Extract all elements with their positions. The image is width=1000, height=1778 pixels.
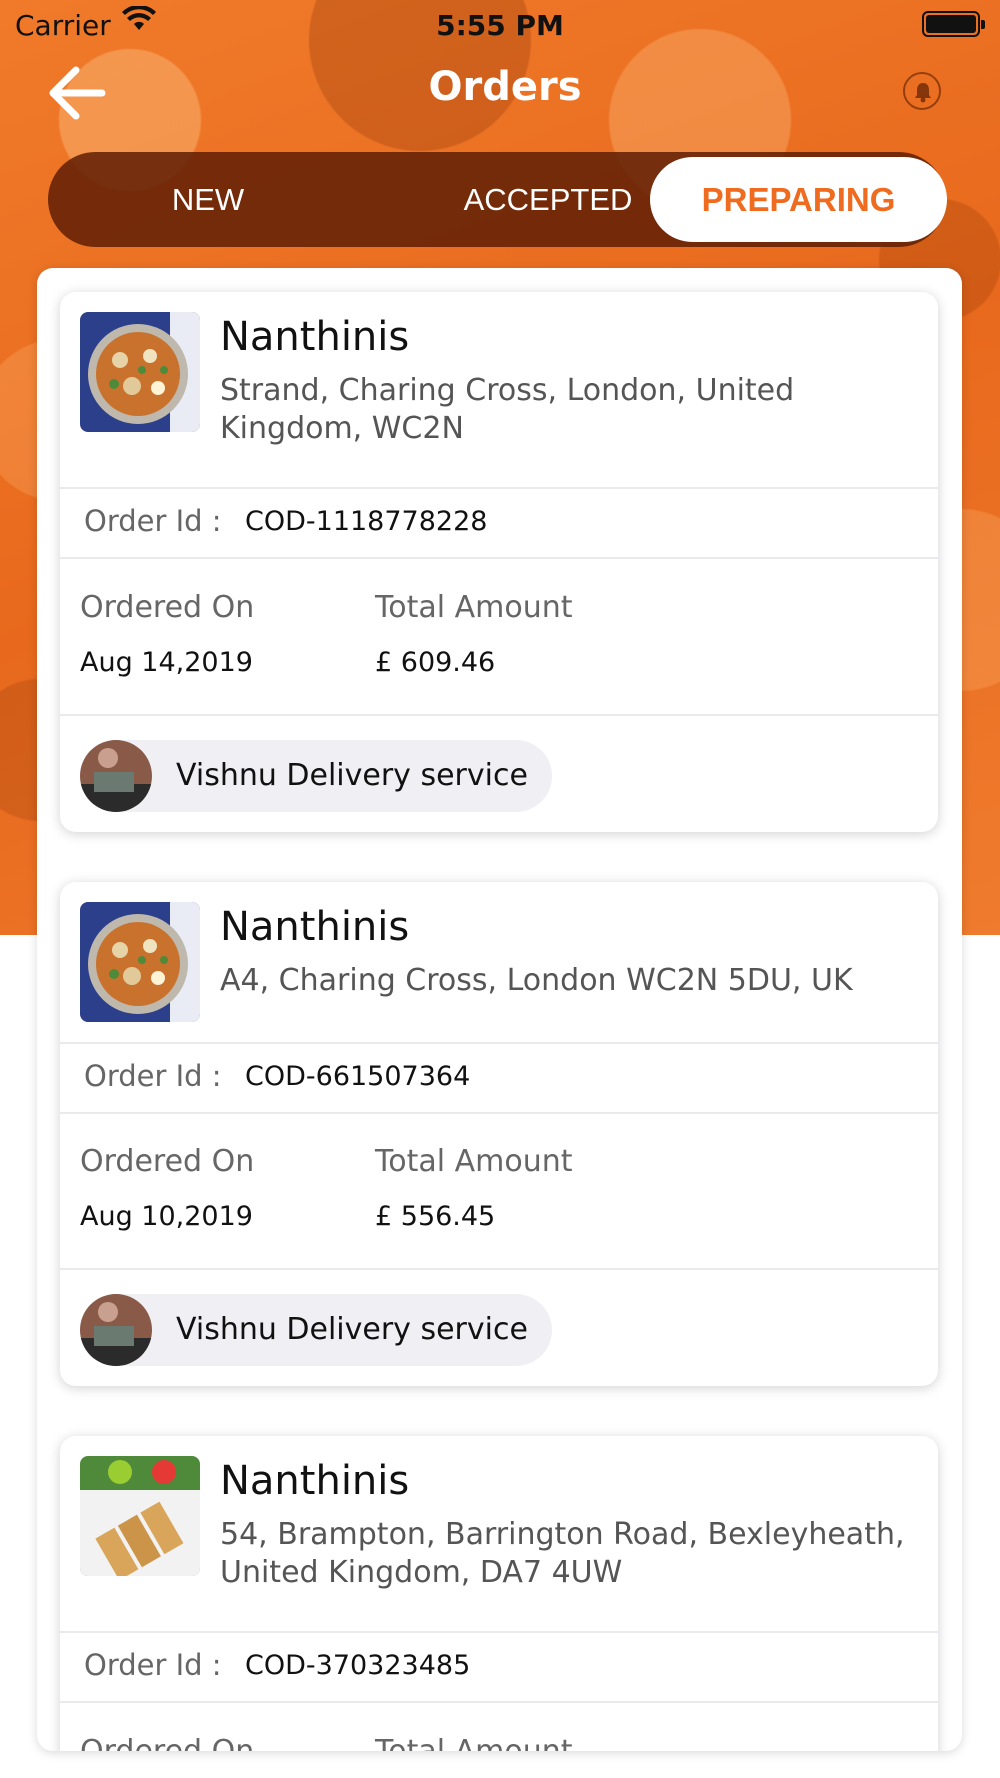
ordered-on-label: Ordered On (80, 590, 255, 625)
bell-icon[interactable] (903, 72, 941, 110)
divider (60, 1701, 938, 1703)
delivery-service-name: Vishnu Delivery service (176, 1312, 528, 1347)
page-title: Orders (428, 64, 582, 110)
avatar (80, 1294, 152, 1366)
order-status-tabs: NEW ACCEPTED PREPARING (48, 152, 947, 247)
restaurant-name: Nanthinis (220, 1458, 410, 1504)
divider (60, 714, 938, 716)
order-id-label: Order Id : (84, 504, 222, 538)
divider (60, 1112, 938, 1114)
order-card[interactable]: Nanthinis 54, Brampton, Barrington Road,… (60, 1436, 938, 1751)
total-amount-label: Total Amount (375, 1144, 573, 1179)
divider (60, 1631, 938, 1633)
divider (60, 1042, 938, 1044)
total-amount-value: £ 556.45 (375, 1201, 496, 1232)
tab-preparing[interactable]: PREPARING (650, 157, 947, 242)
orders-list[interactable]: Nanthinis Strand, Charing Cross, London,… (37, 268, 962, 1751)
clock: 5:55 PM (436, 9, 564, 42)
tab-new[interactable]: NEW (108, 152, 308, 247)
divider (60, 1268, 938, 1270)
total-amount-label: Total Amount (375, 590, 573, 625)
restaurant-address: Strand, Charing Cross, London, United Ki… (220, 373, 795, 446)
ordered-on-label: Ordered On (80, 1734, 254, 1751)
restaurant-image (80, 1456, 200, 1576)
restaurant-image (80, 312, 200, 432)
ordered-on-value: Aug 14,2019 (80, 647, 253, 678)
ordered-on-value: Aug 10,2019 (80, 1201, 253, 1232)
order-card[interactable]: Nanthinis Strand, Charing Cross, London,… (60, 292, 938, 832)
order-id-value: COD-1118778228 (245, 506, 488, 537)
delivery-service-chip[interactable]: Vishnu Delivery service (80, 1294, 552, 1366)
total-amount-value: £ 609.46 (375, 647, 496, 678)
delivery-service-name: Vishnu Delivery service (176, 758, 528, 793)
order-card[interactable]: Nanthinis A4, Charing Cross, London WC2N… (60, 882, 938, 1386)
order-id-value: COD-661507364 (245, 1061, 471, 1092)
delivery-service-chip[interactable]: Vishnu Delivery service (80, 740, 552, 812)
order-id-label: Order Id : (84, 1648, 222, 1682)
divider (60, 487, 938, 489)
divider (60, 557, 938, 559)
restaurant-image (80, 902, 200, 1022)
restaurant-address: A4, Charing Cross, London WC2N 5DU, UK (220, 963, 853, 998)
restaurant-name: Nanthinis (220, 904, 410, 950)
order-id-label: Order Id : (84, 1059, 222, 1093)
total-amount-label: Total Amount (375, 1734, 573, 1751)
battery-icon (922, 11, 985, 37)
status-bar: Carrier 5:55 PM (0, 0, 1000, 50)
order-id-value: COD-370323485 (245, 1650, 471, 1681)
restaurant-name: Nanthinis (220, 314, 410, 360)
avatar (80, 740, 152, 812)
restaurant-address: 54, Brampton, Barrington Road, Bexleyhea… (220, 1517, 905, 1590)
ordered-on-label: Ordered On (80, 1144, 255, 1179)
